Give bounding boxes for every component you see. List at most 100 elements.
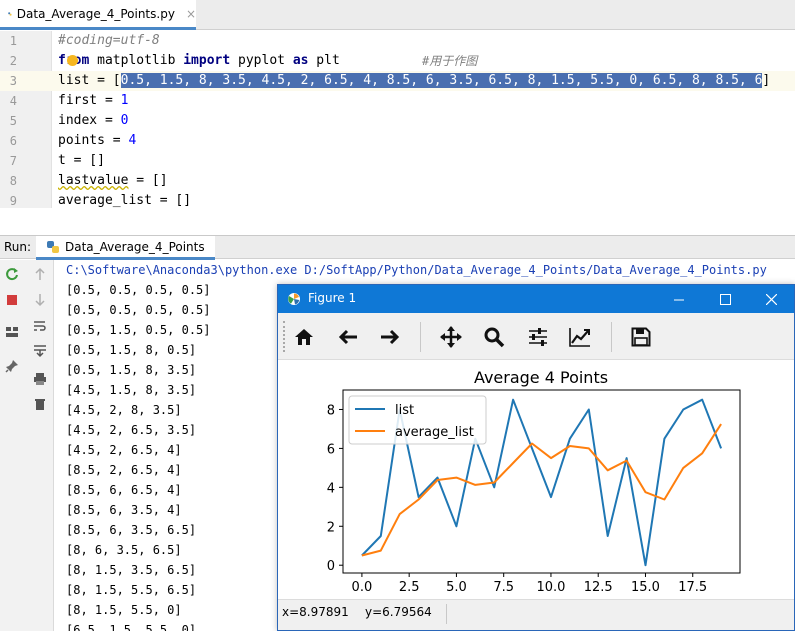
forward-arrow-icon xyxy=(381,329,400,345)
code-line-9: 9 average_list = [] xyxy=(0,191,795,211)
y-tick-label: 6 xyxy=(327,442,335,457)
figure-status-bar: x=8.97891 y=6.79564 xyxy=(278,599,794,630)
console-command-line: C:\Software\Anaconda3\python.exe D:/Soft… xyxy=(66,263,767,277)
console-output-line: [8, 1.5, 5.5, 0] xyxy=(66,603,182,617)
y-tick-label: 4 xyxy=(327,481,335,496)
status-separator xyxy=(446,604,447,624)
layout-icon[interactable] xyxy=(4,324,20,340)
scroll-to-end-icon[interactable] xyxy=(32,343,48,359)
pin-icon[interactable] xyxy=(4,358,20,374)
configure-subplots-icon xyxy=(529,328,547,346)
console-output-line: [4.5, 1.5, 8, 3.5] xyxy=(66,383,197,397)
close-icon xyxy=(765,293,777,305)
console-output-line: [8.5, 6, 6.5, 4] xyxy=(66,483,182,497)
edit-axis-button[interactable] xyxy=(567,324,593,350)
trash-icon[interactable] xyxy=(32,396,48,412)
figure-title: Figure 1 xyxy=(308,291,357,305)
code-module: pyplot xyxy=(230,53,293,68)
console-output-line: [0.5, 0.5, 0.5, 0.5] xyxy=(66,283,211,297)
console-output-line: [4.5, 2, 6.5, 4] xyxy=(66,443,182,457)
code-suffix: ] xyxy=(762,73,771,88)
matplotlib-logo-icon xyxy=(288,293,300,305)
edit-axis-icon xyxy=(569,328,590,347)
editor-tab-data-average[interactable]: Data_Average_4_Points.py × xyxy=(0,0,196,30)
code-number: 1 xyxy=(120,93,129,108)
code-editor[interactable]: 1 #coding=utf-8 2 from matplotlib import… xyxy=(0,31,795,208)
code-text: list = [0.5, 1.5, 8, 3.5, 4.5, 2, 6.5, 4… xyxy=(58,71,770,91)
line-number: 9 xyxy=(9,194,17,208)
console-output-line: [8, 1.5, 3.5, 6.5] xyxy=(66,563,197,577)
home-icon xyxy=(295,329,313,345)
run-label: Run: xyxy=(4,240,32,254)
code-text: lastvalue = [] xyxy=(58,171,168,191)
save-button[interactable] xyxy=(628,324,654,350)
console-output-line: [6.5, 1.5, 5.5, 0] xyxy=(66,623,197,631)
minimize-icon xyxy=(673,299,684,300)
figure-toolbar xyxy=(278,313,794,360)
configure-subplots-button[interactable] xyxy=(525,324,551,350)
zoom-icon xyxy=(484,327,505,348)
line-chart[interactable]: Average 4 Points 0.0 2.5 5.0 7.5 10.0 12.5 15.… xyxy=(278,361,794,599)
figure-canvas[interactable]: Average 4 Points 0.0 2.5 5.0 7.5 10.0 12.5 15.… xyxy=(278,361,794,599)
close-window-button[interactable] xyxy=(748,285,794,313)
console-output-line: [0.5, 1.5, 8, 0.5] xyxy=(66,343,197,357)
pan-button[interactable] xyxy=(438,324,464,350)
code-number: 4 xyxy=(128,133,137,148)
console-output-line: [8.5, 2, 6.5, 4] xyxy=(66,463,182,477)
zoom-button[interactable] xyxy=(481,324,507,350)
close-tab-icon[interactable]: × xyxy=(186,7,196,21)
console-output-line: [0.5, 1.5, 0.5, 0.5] xyxy=(66,323,211,337)
keyword-import: import xyxy=(183,53,231,68)
forward-button[interactable] xyxy=(377,324,403,350)
stop-icon[interactable] xyxy=(4,292,20,308)
line-number: 4 xyxy=(9,94,17,108)
cursor-x-readout: x=8.97891 xyxy=(282,605,349,619)
console-output-line: [0.5, 0.5, 0.5, 0.5] xyxy=(66,303,211,317)
code-suffix: = [] xyxy=(128,173,168,188)
home-button[interactable] xyxy=(291,324,317,350)
down-arrow-icon[interactable] xyxy=(32,292,48,308)
code-text: index = 0 xyxy=(58,111,128,131)
x-tick-label: 17.5 xyxy=(678,580,707,595)
y-tick-label: 2 xyxy=(327,520,335,535)
print-icon[interactable] xyxy=(32,371,48,387)
python-run-icon xyxy=(47,240,59,253)
chart-legend: list average_list xyxy=(348,395,487,445)
figure-title-bar[interactable]: Figure 1 xyxy=(278,285,794,313)
intention-bulb-icon[interactable] xyxy=(67,55,78,66)
x-tick-label: 7.5 xyxy=(493,580,514,595)
code-line-6: 6 points = 4 xyxy=(0,131,795,151)
legend-label-list: list xyxy=(395,403,414,418)
code-text: first = 1 xyxy=(58,91,128,111)
code-line-3: 3 list = [0.5, 1.5, 8, 3.5, 4.5, 2, 6.5,… xyxy=(0,71,795,91)
code-line-8: 8 lastvalue = [] xyxy=(0,171,795,191)
cursor-y-readout: y=6.79564 xyxy=(365,605,432,619)
y-tick-label: 0 xyxy=(327,559,335,574)
figure-window[interactable]: Figure 1 Average 4 Points 0.0 2.5 5.0 7.… xyxy=(277,284,795,631)
toolbar-separator xyxy=(420,322,421,352)
toolbar-grip xyxy=(283,321,286,352)
minimize-button[interactable] xyxy=(656,285,702,313)
code-comment: #用于作图 xyxy=(422,54,478,68)
code-prefix: list = [ xyxy=(58,73,121,88)
selected-text: 0.5, 1.5, 8, 3.5, 4.5, 2, 6.5, 4, 8.5, 6… xyxy=(120,73,763,88)
rerun-icon[interactable] xyxy=(4,266,20,282)
legend-label-average-list: average_list xyxy=(395,425,474,440)
line-number: 7 xyxy=(9,154,17,168)
maximize-icon xyxy=(719,293,731,305)
code-line-2: 2 from matplotlib import pyplot as plt #… xyxy=(0,51,795,71)
run-tab-data-average[interactable]: Data_Average_4_Points xyxy=(36,236,215,260)
console-output-line: [8, 6, 3.5, 6.5] xyxy=(66,543,182,557)
back-button[interactable] xyxy=(335,324,361,350)
up-arrow-icon[interactable] xyxy=(32,266,48,282)
soft-wrap-icon[interactable] xyxy=(32,318,48,334)
code-line-7: 7 t = [] xyxy=(0,151,795,171)
maximize-button[interactable] xyxy=(702,285,748,313)
code-prefix: points = xyxy=(58,133,129,148)
run-tool-window-header: Run: Data_Average_4_Points xyxy=(0,235,795,260)
python-file-icon xyxy=(8,11,12,16)
back-arrow-icon xyxy=(338,329,357,345)
line-number: 2 xyxy=(9,54,17,68)
keyword-as: as xyxy=(292,53,309,68)
code-text: average_list = [] xyxy=(58,193,192,208)
